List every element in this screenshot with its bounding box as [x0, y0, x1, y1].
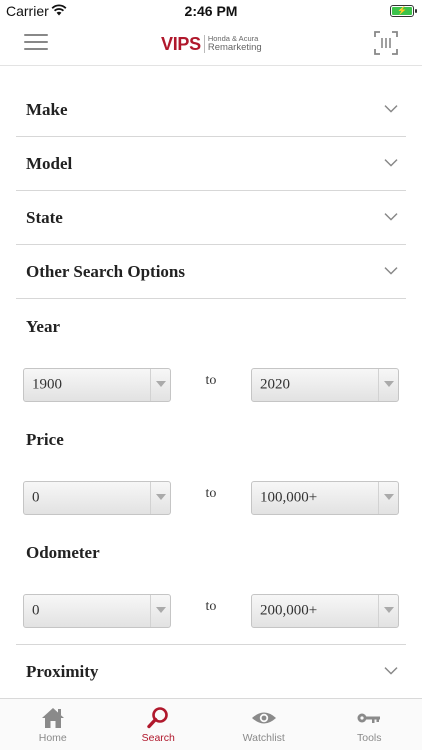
chevron-down-icon [384, 266, 398, 275]
tab-search[interactable]: Search [106, 699, 212, 750]
status-time: 2:46 PM [184, 3, 238, 19]
logo-main-text: VIPS [161, 33, 201, 54]
filter-label-model: Model [26, 153, 73, 173]
odometer-to-value: 200,000+ [260, 602, 318, 619]
price-from-value: 0 [32, 489, 40, 506]
key-icon [357, 713, 381, 723]
filter-label-other-options: Other Search Options [26, 261, 185, 281]
year-from-value: 1900 [32, 376, 62, 393]
filter-row-proximity[interactable]: Proximity [16, 645, 406, 699]
odometer-from-value: 0 [32, 602, 40, 619]
filter-row-state[interactable]: State [16, 191, 406, 245]
chevron-down-icon [384, 104, 398, 113]
odometer-from-select[interactable]: 0 [23, 594, 171, 628]
year-from-select[interactable]: 1900 [23, 368, 171, 402]
year-label: Year [26, 317, 60, 336]
barcode-scan-icon[interactable] [374, 31, 398, 55]
price-to-value: 100,000+ [260, 489, 318, 506]
chevron-down-icon [384, 666, 398, 675]
tab-search-label: Search [141, 732, 175, 744]
filter-label-make: Make [26, 99, 68, 119]
menu-icon[interactable] [24, 34, 48, 52]
year-to-word: to [205, 373, 217, 388]
filter-label-state: State [26, 207, 63, 227]
filter-row-other-options[interactable]: Other Search Options [16, 245, 406, 299]
tab-bar: Home Search Watchlist Tools [0, 698, 422, 750]
chevron-down-icon [384, 158, 398, 167]
tab-watchlist-label: Watchlist [242, 732, 285, 744]
dropdown-caret-icon [378, 369, 398, 401]
dropdown-caret-icon [150, 595, 170, 627]
tab-tools[interactable]: Tools [317, 699, 422, 750]
odometer-label: Odometer [26, 543, 100, 562]
dropdown-caret-icon [378, 482, 398, 514]
tab-watchlist[interactable]: Watchlist [211, 699, 317, 750]
vips-logo: VIPS Honda & Acura Remarketing [161, 33, 262, 55]
price-from-select[interactable]: 0 [23, 481, 171, 515]
logo-subtitle: Honda & Acura Remarketing [203, 35, 262, 53]
search-icon [147, 707, 169, 729]
eye-icon [251, 712, 276, 724]
filter-label-proximity: Proximity [26, 661, 99, 681]
odometer-to-select[interactable]: 200,000+ [251, 594, 399, 628]
filter-row-model[interactable]: Model [16, 137, 406, 191]
price-to-select[interactable]: 100,000+ [251, 481, 399, 515]
price-to-word: to [205, 486, 217, 501]
dropdown-caret-icon [150, 482, 170, 514]
app-header: VIPS Honda & Acura Remarketing [0, 22, 422, 66]
tab-tools-label: Tools [356, 732, 382, 744]
status-bar: Carrier 2:46 PM ⚡ [0, 0, 422, 22]
filter-row-make[interactable]: Make [16, 83, 406, 137]
year-to-value: 2020 [260, 376, 290, 393]
dropdown-caret-icon [150, 369, 170, 401]
dropdown-caret-icon [378, 595, 398, 627]
tab-home[interactable]: Home [0, 699, 106, 750]
battery-icon: ⚡ [390, 5, 417, 17]
home-icon [41, 708, 64, 728]
logo-sub-bottom: Remarketing [207, 42, 262, 53]
odometer-to-word: to [205, 599, 217, 614]
chevron-down-icon [384, 212, 398, 221]
price-label: Price [26, 430, 64, 449]
tab-home-label: Home [38, 732, 67, 744]
year-to-select[interactable]: 2020 [251, 368, 399, 402]
